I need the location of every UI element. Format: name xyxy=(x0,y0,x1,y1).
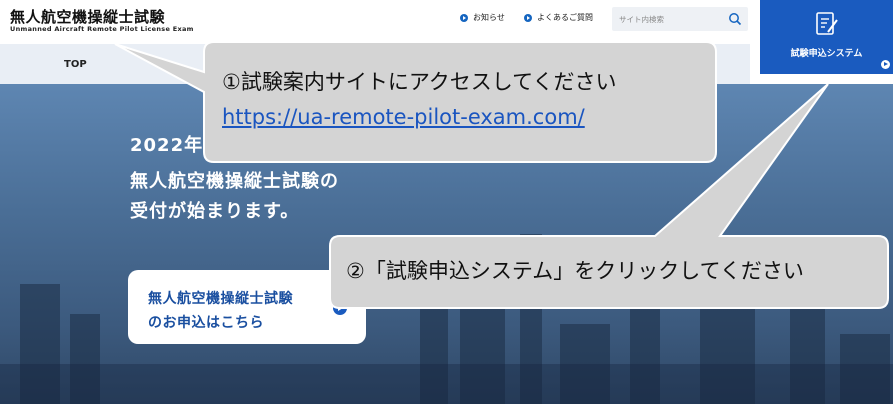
site-logo-title[interactable]: 無人航空機操縦士試験 xyxy=(10,6,165,27)
arrow-circle-icon xyxy=(460,13,468,22)
apply-button-label: 試験申込システム xyxy=(790,49,863,59)
news-link[interactable]: お知らせ xyxy=(460,12,505,23)
arrow-circle-icon xyxy=(881,60,890,69)
news-link-label: お知らせ xyxy=(473,13,505,22)
document-pen-icon xyxy=(816,12,838,35)
nav-item-top[interactable]: TOP xyxy=(64,59,87,70)
site-search[interactable]: サイト内検索 xyxy=(612,7,748,31)
arrow-circle-icon xyxy=(524,13,532,22)
faq-link[interactable]: よくあるご質問 xyxy=(524,12,593,23)
exam-application-system-button[interactable]: 試験申込システム xyxy=(760,0,893,74)
callout-step1-text: ①試験案内サイトにアクセスしてください xyxy=(222,70,617,94)
hero-line-exam: 無人航空機操縦士試験の xyxy=(130,171,339,192)
site-logo-subtitle: Unmanned Aircraft Remote Pilot License E… xyxy=(10,25,194,33)
hero-banner xyxy=(0,84,893,404)
city-skyline xyxy=(0,364,893,404)
callout-step2-text: ②「試験申込システム」をクリックしてください xyxy=(346,259,804,283)
hero-line-year: 2022年 xyxy=(130,135,204,156)
apply-here-button[interactable]: 無人航空機操縦士試験 のお申込はこちら xyxy=(128,270,366,344)
search-input[interactable]: サイト内検索 xyxy=(619,14,664,25)
cta-line-2: のお申込はこちら xyxy=(148,315,264,331)
hero-line-reception: 受付が始まります。 xyxy=(130,201,300,222)
exam-site-url-link[interactable]: https://ua-remote-pilot-exam.com/ xyxy=(222,105,585,129)
search-icon[interactable] xyxy=(728,12,742,26)
cta-line-1: 無人航空機操縦士試験 xyxy=(148,291,293,307)
arrow-circle-icon xyxy=(333,301,347,315)
faq-link-label: よくあるご質問 xyxy=(537,13,593,22)
